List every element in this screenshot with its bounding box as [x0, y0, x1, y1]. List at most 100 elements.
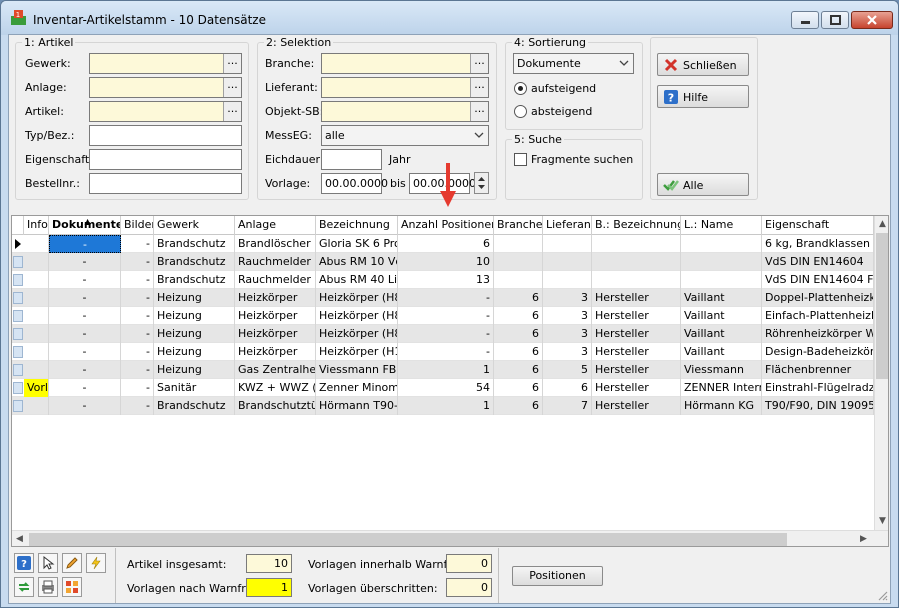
column-header-branche[interactable]: Branche: [494, 216, 543, 235]
table-row[interactable]: - - Heizung Heizkörper Heizkörper (H18 -…: [12, 343, 874, 361]
row-selector[interactable]: [12, 289, 24, 307]
layout-tool-button[interactable]: [62, 577, 82, 597]
artikel-lookup-button[interactable]: ...: [223, 102, 241, 121]
row-selector[interactable]: [12, 361, 24, 379]
l-name-cell: Vaillant: [681, 343, 762, 361]
bestellnr-field[interactable]: [89, 173, 242, 194]
eichdauer-field[interactable]: [321, 149, 382, 170]
dokumente-cell[interactable]: -: [49, 307, 121, 325]
objekt-sb-lookup-button[interactable]: ...: [470, 102, 488, 121]
anlage-cell: Brandlöscher: [235, 235, 316, 253]
pointer-tool-button[interactable]: [38, 553, 58, 573]
refresh-tool-button[interactable]: [14, 577, 34, 597]
table-row[interactable]: - - Brandschutz Brandschutztüre Hörmann …: [12, 397, 874, 415]
current-row-icon: [15, 239, 21, 249]
row-selector[interactable]: [12, 235, 24, 253]
sortierung-select[interactable]: Dokumente: [513, 53, 634, 74]
status-separator: [115, 548, 116, 603]
vertical-scrollbar[interactable]: ▲ ▼: [874, 216, 888, 530]
column-header-bezeichnung[interactable]: Bezeichnung: [316, 216, 398, 235]
positionen-button[interactable]: Positionen: [512, 566, 603, 586]
sortierung-selected-value: Dokumente: [517, 57, 581, 70]
fragmente-checkbox[interactable]: [514, 153, 527, 166]
column-header-dokumente[interactable]: Dokumente ▲: [49, 216, 121, 235]
table-row[interactable]: Vorla - - Sanitär KWZ + WWZ (M Zenner Mi…: [12, 379, 874, 397]
vorlage-from-field[interactable]: 00.00.0000: [321, 173, 388, 194]
row-selector[interactable]: [12, 271, 24, 289]
artikel-group-title: 1: Artikel: [22, 36, 76, 49]
column-header-lieferant[interactable]: Lieferant: [543, 216, 592, 235]
dokumente-cell[interactable]: -: [49, 235, 121, 253]
branche-field[interactable]: ...: [321, 53, 489, 74]
minimize-button[interactable]: [791, 11, 819, 29]
messeg-select[interactable]: alle: [321, 125, 489, 146]
row-selector[interactable]: [12, 253, 24, 271]
column-header-gewerk[interactable]: Gewerk: [154, 216, 235, 235]
dokumente-cell[interactable]: -: [49, 325, 121, 343]
anlage-field[interactable]: ...: [89, 77, 242, 98]
absteigend-radio[interactable]: [514, 105, 527, 118]
dokumente-cell[interactable]: -: [49, 397, 121, 415]
table-row[interactable]: - - Brandschutz Brandlöscher Gloria SK 6…: [12, 235, 874, 253]
scroll-left-icon[interactable]: ◀: [16, 534, 23, 544]
row-selector[interactable]: [12, 397, 24, 415]
info-cell: [24, 361, 49, 379]
dokumente-cell[interactable]: -: [49, 271, 121, 289]
title-bar[interactable]: 1 Inventar-Artikelstamm - 10 Datensätze: [1, 1, 898, 35]
table-row[interactable]: - - Brandschutz Rauchmelder Abus RM 40 L…: [12, 271, 874, 289]
schliessen-button[interactable]: Schließen: [657, 53, 749, 76]
row-selector[interactable]: [12, 307, 24, 325]
scroll-right-icon[interactable]: ▶: [860, 534, 867, 544]
resize-grip-icon[interactable]: [876, 589, 888, 601]
artikel-field[interactable]: ...: [89, 101, 242, 122]
horizontal-scroll-thumb[interactable]: [29, 533, 787, 546]
vorlage-spin-button[interactable]: [474, 172, 489, 194]
aufsteigend-radio[interactable]: [514, 82, 527, 95]
gewerk-lookup-button[interactable]: ...: [223, 54, 241, 73]
objekt-sb-field[interactable]: ...: [321, 101, 489, 122]
gewerk-cell: Sanitär: [154, 379, 235, 397]
eigenschaft-field[interactable]: [89, 149, 242, 170]
dokumente-cell[interactable]: -: [49, 343, 121, 361]
lieferant-lookup-button[interactable]: ...: [470, 78, 488, 97]
row-selector[interactable]: [12, 325, 24, 343]
column-header-anlage[interactable]: Anlage: [235, 216, 316, 235]
maximize-button[interactable]: [821, 11, 849, 29]
edit-tool-button[interactable]: [62, 553, 82, 573]
scroll-down-icon[interactable]: ▼: [879, 516, 886, 526]
horizontal-scrollbar[interactable]: ◀ ▶: [12, 530, 888, 546]
column-header-bilder[interactable]: Bilder: [121, 216, 154, 235]
hilfe-button[interactable]: ? Hilfe: [657, 85, 749, 108]
table-row[interactable]: - - Heizung Heizkörper Heizkörper (H80 -…: [12, 289, 874, 307]
typ-field[interactable]: [89, 125, 242, 146]
table-row[interactable]: - - Brandschutz Rauchmelder Abus RM 10 V…: [12, 253, 874, 271]
dokumente-cell[interactable]: -: [49, 253, 121, 271]
app-icon: 1: [11, 10, 26, 25]
dokumente-cell[interactable]: -: [49, 289, 121, 307]
print-tool-button[interactable]: [38, 577, 58, 597]
close-button[interactable]: [851, 11, 893, 29]
table-row[interactable]: - - Heizung Gas Zentralheizu Viessmann F…: [12, 361, 874, 379]
anlage-cell: Gas Zentralheizu: [235, 361, 316, 379]
vertical-scroll-thumb[interactable]: [876, 233, 888, 379]
column-header-l-name[interactable]: L.: Name: [681, 216, 762, 235]
table-row[interactable]: - - Heizung Heizkörper Heizkörper (H80 -…: [12, 325, 874, 343]
column-header-eigenschaft[interactable]: Eigenschaft: [762, 216, 874, 235]
dokumente-cell[interactable]: -: [49, 379, 121, 397]
column-header-b-bezeichnung[interactable]: B.: Bezeichnung: [592, 216, 681, 235]
anlage-lookup-button[interactable]: ...: [223, 78, 241, 97]
alle-button[interactable]: Alle: [657, 173, 749, 196]
column-header-info[interactable]: Info: [24, 216, 49, 235]
dokumente-cell[interactable]: -: [49, 361, 121, 379]
help-tool-button[interactable]: ?: [14, 553, 34, 573]
lieferant-field[interactable]: ...: [321, 77, 489, 98]
branche-lookup-button[interactable]: ...: [470, 54, 488, 73]
column-header-anzahl-positionen[interactable]: Anzahl Positionen: [398, 216, 494, 235]
minimize-icon: [801, 21, 810, 24]
scroll-up-icon[interactable]: ▲: [879, 219, 886, 229]
table-row[interactable]: - - Heizung Heizkörper Heizkörper (H80 -…: [12, 307, 874, 325]
row-selector[interactable]: [12, 379, 24, 397]
row-selector[interactable]: [12, 343, 24, 361]
gewerk-field[interactable]: ...: [89, 53, 242, 74]
flash-tool-button[interactable]: [86, 553, 106, 573]
